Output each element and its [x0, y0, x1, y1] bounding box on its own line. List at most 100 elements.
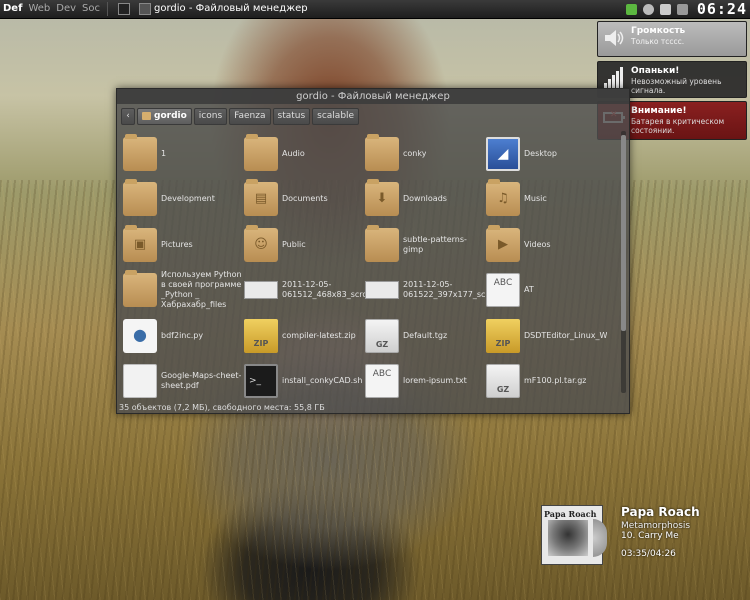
- file-item[interactable]: subtle-patterns-gimp: [365, 222, 486, 268]
- gz-icon: GZ: [365, 318, 399, 353]
- file-item[interactable]: ZIP DSDTEditor_Linux_Windows.zip: [486, 313, 607, 359]
- workspace-soc[interactable]: Soc: [79, 0, 103, 18]
- file-item[interactable]: 2011-12-05-061512_468x83_scrot.png: [244, 268, 365, 314]
- desktop-icon: ◢: [486, 136, 520, 171]
- folder-videos-icon: ▶: [486, 224, 520, 262]
- track-time: 03:35/04:26: [621, 549, 676, 559]
- file-item[interactable]: ☺ Public: [244, 222, 365, 268]
- file-name: Development: [161, 194, 215, 204]
- file-item[interactable]: conky: [365, 131, 486, 177]
- scrollbar[interactable]: [621, 131, 626, 393]
- folder-documents-icon: ▤: [244, 179, 278, 217]
- file-item[interactable]: Google-Maps-cheet-sheet.pdf: [123, 359, 244, 400]
- path-button-faenza[interactable]: Faenza: [229, 107, 271, 125]
- keyboard-icon[interactable]: [676, 3, 688, 15]
- file-name: Default.tgz: [403, 330, 448, 340]
- folder-icon: [244, 133, 278, 171]
- track-name: 10. Carry Me: [621, 531, 679, 541]
- folder-icon: [123, 133, 157, 171]
- file-item[interactable]: ● bdf2inc.py: [123, 313, 244, 359]
- text-abc-icon: ABC: [365, 364, 399, 399]
- file-name: 1: [161, 148, 167, 158]
- cover-band-logo: Papa Roach: [544, 509, 597, 519]
- cover-art: [548, 520, 588, 556]
- file-item[interactable]: ◢ Desktop: [486, 131, 607, 177]
- file-item[interactable]: ▣ Pictures: [123, 222, 244, 268]
- file-name: 2011-12-05-061512_468x83_scrot.png: [282, 280, 365, 300]
- taskbar-file-manager[interactable]: gordio - Файловый менеджер: [139, 0, 308, 18]
- folder-downloads-icon: ⬇: [365, 179, 399, 217]
- file-item[interactable]: ZIP compiler-latest.zip: [244, 313, 365, 359]
- file-name: Pictures: [161, 239, 193, 249]
- file-item[interactable]: Используем Python в своей программе _Pyt…: [123, 268, 244, 314]
- file-name: Google-Maps-cheet-sheet.pdf: [161, 371, 242, 391]
- network-icon[interactable]: [642, 3, 654, 15]
- file-item[interactable]: ABC AT: [486, 268, 607, 314]
- file-item[interactable]: ▶ Videos: [486, 222, 607, 268]
- image-icon: [365, 281, 399, 300]
- path-button-gordio[interactable]: gordio: [137, 107, 192, 125]
- file-name: DSDTEditor_Linux_Windows.zip: [524, 330, 607, 340]
- scrollbar-thumb[interactable]: [621, 135, 626, 331]
- clock[interactable]: 06:24: [697, 0, 747, 18]
- python-icon: ●: [123, 318, 157, 353]
- file-item[interactable]: Development: [123, 177, 244, 223]
- taskbar-terminal[interactable]: [118, 3, 133, 15]
- file-item[interactable]: GZ mF100.pl.tar.gz: [486, 359, 607, 400]
- window-title[interactable]: gordio - Файловый менеджер: [117, 89, 629, 104]
- notification-title: Опаньки!: [631, 66, 680, 76]
- workspace-dev[interactable]: Dev: [53, 0, 79, 18]
- volume-tray-icon[interactable]: [659, 3, 671, 15]
- file-name: Documents: [282, 194, 328, 204]
- notification-title: Внимание!: [631, 106, 687, 116]
- path-button-status[interactable]: status: [272, 107, 311, 125]
- terminal-icon: [118, 3, 130, 15]
- workspace-def[interactable]: Def: [0, 0, 25, 18]
- file-name: Downloads: [403, 194, 447, 204]
- file-name: bdf2inc.py: [161, 330, 204, 340]
- file-name: 2011-12-05-061522_397x177_scrot.png: [403, 280, 486, 300]
- notification-title: Громкость: [631, 26, 686, 36]
- file-item[interactable]: ♫ Music: [486, 177, 607, 223]
- file-item[interactable]: ▤ Documents: [244, 177, 365, 223]
- home-folder-icon: [142, 112, 151, 120]
- file-name: AT: [524, 285, 534, 295]
- file-item[interactable]: ABC lorem-ipsum.txt: [365, 359, 486, 400]
- path-bar: ‹ gordio icons Faenza status scalable: [117, 104, 629, 128]
- file-manager-window: gordio - Файловый менеджер ‹ gordio icon…: [116, 88, 630, 414]
- notification-body: Невозможный уровень сигнала.: [631, 77, 722, 95]
- update-icon[interactable]: [625, 3, 637, 15]
- file-item[interactable]: 1: [123, 131, 244, 177]
- path-button-icons[interactable]: icons: [193, 107, 228, 125]
- folder-icon: [365, 224, 399, 262]
- text-abc-icon: ABC: [486, 273, 520, 308]
- file-name: Desktop: [524, 148, 557, 158]
- file-item[interactable]: ⬇ Downloads: [365, 177, 486, 223]
- folder-public-icon: ☺: [244, 224, 278, 262]
- terminal-icon: >_: [244, 364, 278, 399]
- folder-icon: [123, 179, 157, 217]
- file-name: Videos: [524, 239, 551, 249]
- status-bar: 35 объектов (7,2 МБ), свободного места: …: [119, 403, 325, 412]
- volume-icon: [602, 26, 626, 50]
- file-item[interactable]: 2011-12-05-061522_397x177_scrot.png: [365, 268, 486, 314]
- music-widget: Papa Roach Papa Roach Metamorphosis 10. …: [541, 505, 746, 567]
- file-name: subtle-patterns-gimp: [403, 234, 467, 254]
- file-item[interactable]: >_ install_conkyCAD.sh: [244, 359, 365, 400]
- cd-icon: [593, 519, 607, 557]
- workspace-web[interactable]: Web: [25, 0, 53, 18]
- path-button-scalable[interactable]: scalable: [312, 107, 360, 125]
- folder-pictures-icon: ▣: [123, 224, 157, 262]
- folder-icon: [365, 133, 399, 171]
- file-name: conky: [403, 148, 427, 158]
- file-name: Public: [282, 239, 306, 249]
- gz-icon: GZ: [486, 364, 520, 399]
- file-item[interactable]: GZ Default.tgz: [365, 313, 486, 359]
- file-name: compiler-latest.zip: [282, 330, 356, 340]
- album-name: Metamorphosis: [621, 521, 691, 531]
- back-button[interactable]: ‹: [121, 107, 135, 125]
- track-info: Papa Roach Metamorphosis 10. Carry Me 03…: [621, 505, 700, 559]
- file-item[interactable]: Audio: [244, 131, 365, 177]
- taskbar-title: gordio - Файловый менеджер: [154, 3, 308, 14]
- notification-volume[interactable]: Громкость Только тсссс.: [597, 21, 747, 57]
